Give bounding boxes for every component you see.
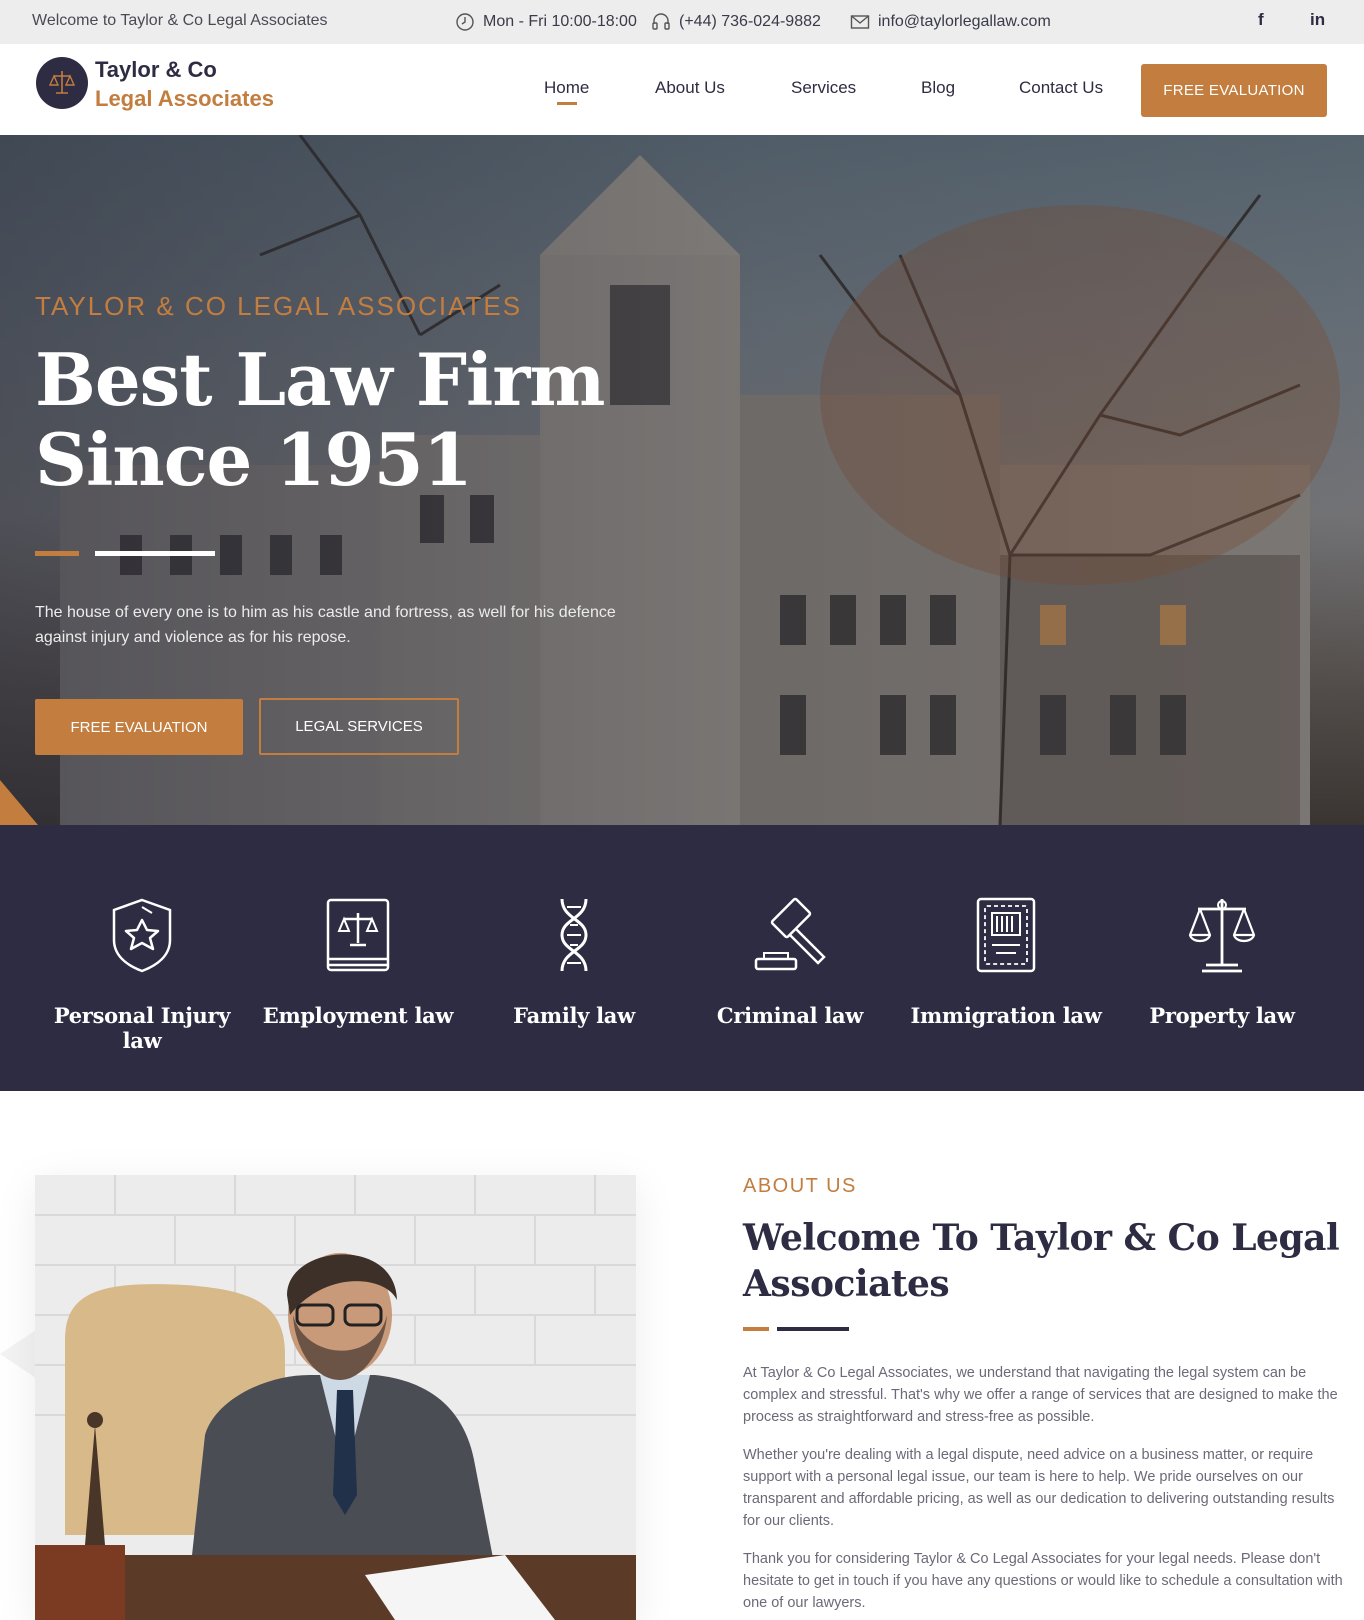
phone-text[interactable]: (+44) 736-024-9882 (679, 13, 821, 31)
nav-contact-us[interactable]: Contact Us (1019, 78, 1103, 98)
email-item[interactable]: info@taylorlegallaw.com (850, 12, 1051, 32)
hero-title-line2: Since 1951 (35, 417, 473, 502)
linkedin-icon[interactable]: in (1310, 10, 1325, 30)
practice-area-immigration[interactable]: Immigration law (898, 895, 1114, 1028)
hero-legal-services-button[interactable]: LEGAL SERVICES (259, 698, 459, 755)
hero-section: TAYLOR & CO LEGAL ASSOCIATES Best Law Fi… (0, 135, 1364, 825)
practice-area-criminal[interactable]: Criminal law (682, 895, 898, 1028)
practice-areas-section: Personal Injury law Employment law Famil… (0, 825, 1364, 1091)
hero-title: Best Law Firm Since 1951 (35, 340, 655, 500)
practice-area-label: Criminal law (716, 1003, 864, 1028)
hero-divider-white (95, 551, 215, 556)
envelope-icon (850, 15, 870, 29)
practice-area-property[interactable]: Property law (1114, 895, 1330, 1028)
passport-icon (976, 897, 1036, 973)
nav-active-indicator (557, 102, 577, 105)
top-bar: Welcome to Taylor & Co Legal Associates … (0, 0, 1364, 44)
about-paragraph-3: Thank you for considering Taylor & Co Le… (743, 1551, 1343, 1611)
practice-area-label: Property law (1149, 1003, 1295, 1028)
about-photo-lawyer (35, 1175, 636, 1620)
logo-text-line2[interactable]: Legal Associates (95, 86, 274, 112)
dna-icon (560, 898, 588, 972)
hours-item: Mon - Fri 10:00-18:00 (455, 12, 637, 32)
hero-corner-accent (0, 780, 38, 825)
scales-icon (1188, 899, 1256, 973)
practice-area-label: Employment law (262, 1003, 454, 1028)
about-paragraph-1: At Taylor & Co Legal Associates, we unde… (743, 1365, 1338, 1425)
practice-area-family[interactable]: Family law (466, 895, 682, 1028)
phone-item[interactable]: (+44) 736-024-9882 (651, 12, 821, 32)
practice-area-label: Immigration law (910, 1003, 1102, 1028)
scales-icon (48, 71, 76, 94)
lawyer-at-desk-illustration (35, 1175, 636, 1620)
hero-description: The house of every one is to him as his … (35, 604, 616, 646)
nav-about-us[interactable]: About Us (655, 78, 725, 98)
nav-services[interactable]: Services (791, 78, 856, 98)
hero-free-evaluation-button[interactable]: FREE EVALUATION (35, 699, 243, 755)
free-evaluation-button[interactable]: FREE EVALUATION (1141, 64, 1327, 117)
practice-area-employment[interactable]: Employment law (250, 895, 466, 1028)
decorative-triangle (0, 1330, 36, 1378)
nav-blog[interactable]: Blog (921, 78, 955, 98)
nav-home[interactable]: Home (544, 78, 589, 98)
about-title: Welcome To Taylor & Co Legal Associates (743, 1217, 1340, 1305)
headset-icon (652, 13, 670, 30)
email-text[interactable]: info@taylorlegallaw.com (878, 13, 1051, 31)
about-kicker: ABOUT US (743, 1175, 857, 1197)
practice-area-label: Personal Injury law (53, 1003, 231, 1053)
practice-area-personal-injury[interactable]: Personal Injury law (34, 895, 250, 1053)
hero-title-line1: Best Law Firm (35, 337, 605, 422)
logo-text-line1[interactable]: Taylor & Co (95, 57, 217, 83)
gavel-icon (754, 897, 826, 971)
clock-icon (456, 13, 474, 31)
about-divider-navy (777, 1327, 849, 1331)
about-paragraph-2: Whether you're dealing with a legal disp… (743, 1447, 1335, 1529)
facebook-icon[interactable]: f (1258, 10, 1264, 30)
law-book-icon (326, 898, 390, 972)
welcome-text: Welcome to Taylor & Co Legal Associates (32, 12, 328, 29)
hours-text: Mon - Fri 10:00-18:00 (483, 13, 637, 30)
practice-area-label: Family law (513, 1003, 635, 1028)
shield-star-icon (112, 898, 172, 973)
about-divider-accent (743, 1327, 769, 1331)
hero-kicker: TAYLOR & CO LEGAL ASSOCIATES (35, 291, 523, 321)
hero-divider-accent (35, 551, 79, 556)
logo-mark[interactable] (36, 57, 88, 109)
site-header: Taylor & Co Legal Associates Home About … (0, 44, 1364, 135)
